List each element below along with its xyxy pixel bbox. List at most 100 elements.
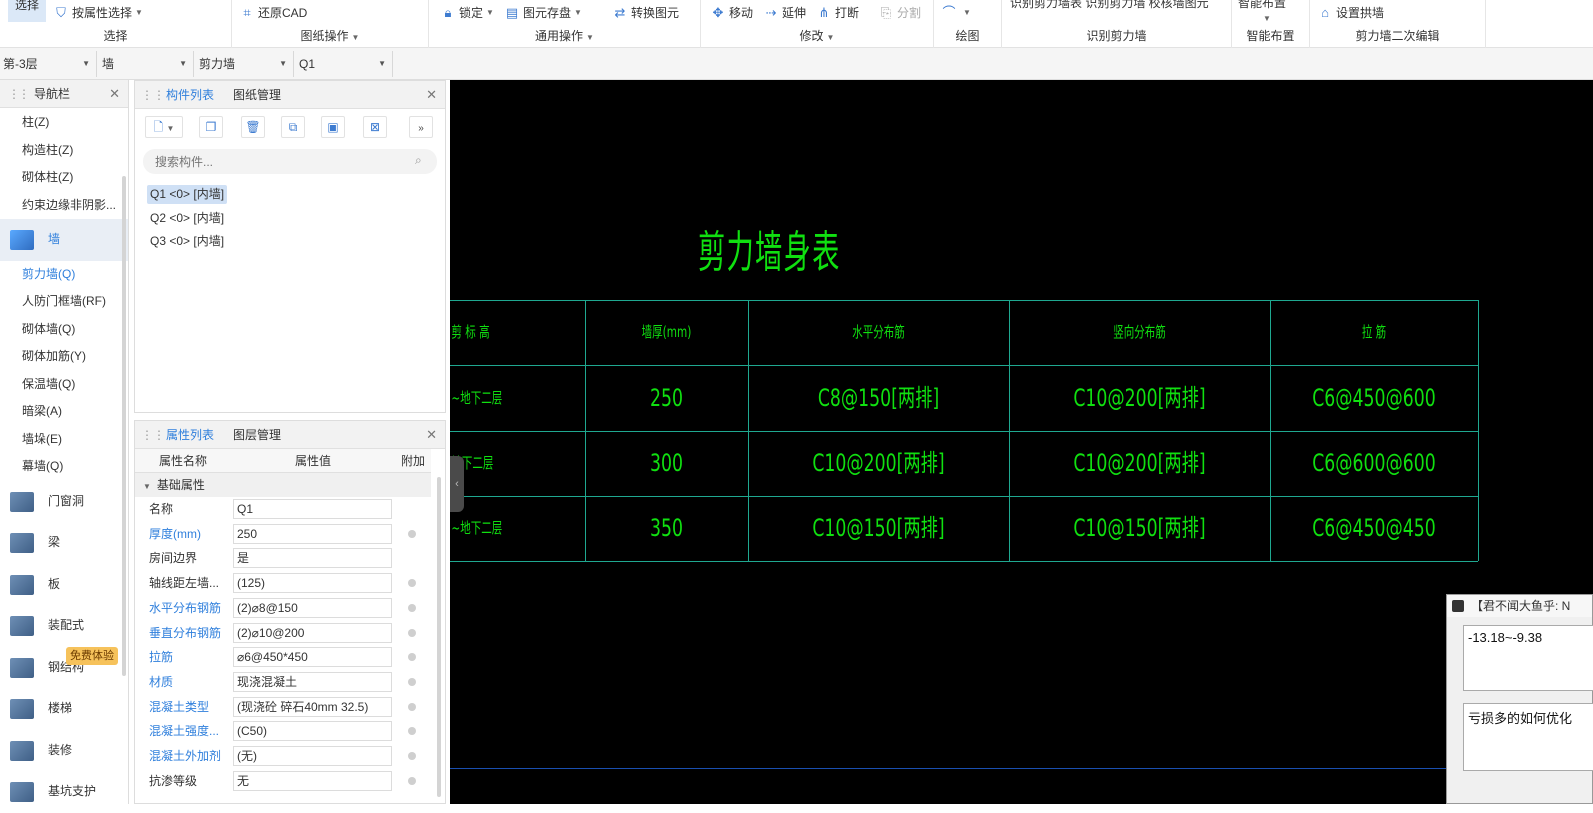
convert-element-button[interactable]: ⇄ 转换图元 (613, 4, 679, 22)
property-value-field[interactable]: ⌀6@450*450 (233, 647, 392, 668)
nav-item-constraint-edge[interactable]: 约束边缘非阴影... (0, 192, 128, 220)
property-value-field[interactable]: (2)⌀8@150 (233, 597, 392, 618)
attach-checkbox[interactable] (408, 653, 416, 662)
lock-button[interactable]: 🔒︎ 锁定 ▼ (441, 4, 494, 22)
property-row: 混凝土外加剂 (无) (135, 744, 431, 769)
collapse-panel-handle[interactable]: ‹ (450, 456, 464, 512)
break-button[interactable]: ⋔ 打断 (817, 4, 859, 22)
search-icon[interactable]: ⌕ (415, 153, 422, 168)
more-tools-button[interactable]: » (409, 116, 433, 138)
move-button[interactable]: ✥ 移动 (711, 4, 753, 22)
float-text-area-2[interactable]: 亏损多的如何优化 (1463, 703, 1593, 771)
duplicate-floor-button[interactable]: ⧉ (281, 116, 305, 138)
nav-category-wall[interactable]: 墙 (0, 219, 128, 261)
nav-item-construction-column[interactable]: 构造柱(Z) (0, 137, 128, 165)
tab-layer-management[interactable]: 图层管理 (233, 421, 281, 449)
nav-item-shear-wall[interactable]: 剪力墙(Q) (0, 261, 128, 289)
property-value-field[interactable]: (C50) (233, 721, 392, 742)
nav-item-column[interactable]: 柱(Z) (0, 109, 128, 137)
nav-category-stairs[interactable]: 楼梯 (0, 688, 128, 730)
extend-button[interactable]: ⇢ 延伸 (764, 4, 806, 22)
attach-checkbox[interactable] (408, 529, 416, 538)
nav-category-beam[interactable]: 梁 (0, 522, 128, 564)
cad-data-cell: C10@200[两排] (1073, 384, 1206, 412)
chevron-down-icon: ▼ (486, 8, 494, 17)
extract-component-button[interactable]: ⊠ (363, 116, 387, 138)
nav-category-pit-support[interactable]: 基坑支护 (0, 771, 128, 813)
property-value-field[interactable]: 是 (233, 548, 392, 569)
attach-checkbox[interactable] (408, 702, 416, 711)
nav-category-decoration[interactable]: 装修 (0, 730, 128, 772)
close-icon[interactable]: ✕ (426, 81, 437, 109)
attach-checkbox[interactable] (408, 579, 416, 588)
component-item-q1[interactable]: Q1 <0> [内墙] (147, 185, 228, 204)
layers-icon: ⧉ (288, 120, 298, 134)
type-select[interactable]: 剪力墙 ▼ (196, 51, 294, 77)
nav-category-slab[interactable]: 板 (0, 564, 128, 606)
property-value-field[interactable]: Q1 (233, 499, 392, 519)
float-text-area-1[interactable]: -13.18~-9.38 (1463, 625, 1593, 691)
group-title-common-ops[interactable]: 通用操作 ▼ (429, 27, 700, 44)
select-by-property-button[interactable]: ⛉ 按属性选择 ▼ (54, 4, 143, 22)
attach-checkbox[interactable] (408, 776, 416, 785)
component-select[interactable]: Q1 ▼ (296, 51, 393, 77)
cad-canvas[interactable]: 剪力墙身表 剪 标 高 墙厚(mm) 水平分布筋 竖向分布筋 拉 筋 ~地下二层 250 C8… (450, 80, 1593, 804)
attach-checkbox[interactable] (408, 677, 416, 686)
property-value-field[interactable]: (2)⌀10@200 (233, 622, 392, 643)
nav-item-civil-defense-wall[interactable]: 人防门框墙(RF) (0, 288, 128, 316)
nav-item-wall-pier[interactable]: 墙垛(E) (0, 426, 128, 454)
nav-category-steel[interactable]: 钢结构 免费体验 (0, 646, 128, 689)
split-button[interactable]: ⎘ 分割 (879, 4, 921, 22)
component-item-q3[interactable]: Q3 <0> [内墙] (147, 232, 227, 251)
copy-component-button[interactable]: ❐ (199, 116, 223, 138)
new-file-icon: 🗋︎ (153, 120, 164, 134)
select-button[interactable]: 选择 (8, 0, 46, 22)
nav-category-openings[interactable]: 门窗洞 (0, 481, 128, 523)
delete-component-button[interactable]: 🗑︎ (241, 116, 265, 138)
tab-property-list[interactable]: 属性列表 (166, 421, 214, 449)
property-group-basic[interactable]: ▼ 基础属性 (135, 473, 431, 497)
grip-icon[interactable]: ⋮⋮ (141, 421, 165, 449)
chevron-down-icon: ▼ (963, 8, 971, 17)
nav-item-masonry-column[interactable]: 砌体柱(Z) (0, 164, 128, 192)
component-search-input[interactable] (143, 149, 437, 174)
property-scrollbar[interactable] (437, 477, 441, 797)
save-component-button[interactable]: ▣ (321, 116, 345, 138)
property-value-field[interactable]: (现浇砼 碎石40mm 32.5) (233, 696, 392, 717)
draw-arc-button[interactable]: ⌒ ▼ (942, 4, 971, 22)
grip-icon[interactable]: ⋮⋮ (8, 87, 30, 101)
property-value-field[interactable]: 250 (233, 523, 392, 544)
property-value-field[interactable]: 现浇混凝土 (233, 671, 392, 692)
attach-checkbox[interactable] (408, 727, 416, 736)
group-title-modify[interactable]: 修改 ▼ (701, 27, 933, 44)
nav-item-masonry-wall[interactable]: 砌体墙(Q) (0, 316, 128, 344)
restore-cad-button[interactable]: ⌗ 还原CAD (240, 4, 307, 22)
identify-buttons[interactable]: 识别剪力墙表 识别剪力墙 校核墙图元 (1010, 0, 1209, 12)
attach-checkbox[interactable] (408, 628, 416, 637)
floor-select[interactable]: 第-3层 ▼ (0, 51, 97, 77)
property-value-field[interactable]: 无 (233, 770, 392, 791)
nav-item-curtain-wall[interactable]: 幕墙(Q) (0, 453, 128, 481)
category-select[interactable]: 墙 ▼ (99, 51, 194, 77)
new-component-button[interactable]: 🗋︎ ▼ (145, 116, 183, 138)
float-window-title[interactable]: 【君不闻大鱼乎: N (1447, 595, 1592, 617)
nav-scrollbar[interactable] (122, 176, 126, 676)
group-title-drawing-ops[interactable]: 图纸操作 ▼ (232, 27, 428, 44)
nav-item-hidden-beam[interactable]: 暗梁(A) (0, 398, 128, 426)
close-icon[interactable]: ✕ (109, 80, 120, 108)
nav-item-masonry-rebar[interactable]: 砌体加筋(Y) (0, 343, 128, 371)
tab-component-list[interactable]: 构件列表 (166, 81, 214, 109)
property-value-field[interactable]: (无) (233, 746, 392, 766)
tab-drawing-management[interactable]: 图纸管理 (233, 81, 281, 109)
attach-checkbox[interactable] (408, 752, 416, 760)
arch-wall-button[interactable]: ⌂ 设置拱墙 (1318, 4, 1384, 22)
nav-item-insulation-wall[interactable]: 保温墙(Q) (0, 371, 128, 399)
property-value-field[interactable]: (125) (233, 573, 392, 594)
grip-icon[interactable]: ⋮⋮ (141, 81, 165, 109)
nav-category-prefab[interactable]: 装配式 (0, 605, 128, 647)
save-element-button[interactable]: ▤ 图元存盘 ▼ (505, 4, 582, 22)
close-icon[interactable]: ✕ (426, 421, 437, 449)
component-item-q2[interactable]: Q2 <0> [内墙] (147, 209, 227, 228)
draw-group: ⌒ ▼ 绘图 (934, 0, 1002, 48)
attach-checkbox[interactable] (408, 603, 416, 612)
